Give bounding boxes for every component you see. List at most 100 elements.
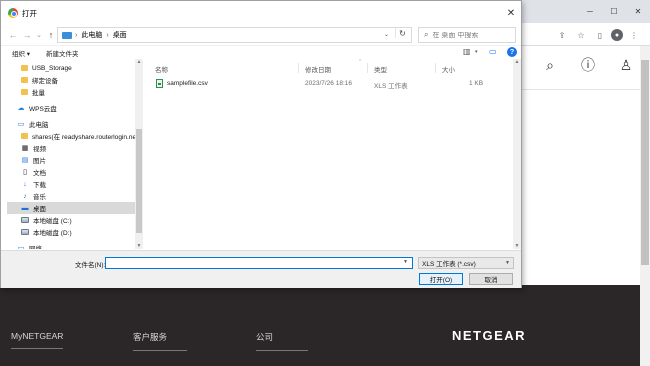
filename-label: 文件名(N):: [75, 262, 106, 269]
breadcrumb-desktop[interactable]: 桌面: [113, 30, 127, 40]
nav-pane-scrollbar[interactable]: ▲ ▼: [135, 59, 143, 249]
sidebar-icon[interactable]: ▯: [592, 27, 608, 43]
scroll-down-icon[interactable]: ▼: [513, 243, 521, 249]
nav-item-label: shares(在 readyshare.routerlogin.net: [32, 134, 135, 141]
maximize-icon[interactable]: ☐: [602, 0, 626, 23]
chevron-down-icon: ▼: [505, 260, 510, 266]
column-separator[interactable]: [298, 63, 299, 73]
share-icon[interactable]: ⇪: [554, 27, 570, 43]
nav-item-label: 批量: [32, 90, 45, 97]
address-bar[interactable]: › 此电脑 › 桌面 ⌄: [57, 27, 412, 43]
nav-item-label: 绑定设备: [32, 78, 58, 85]
music-icon: ♪: [23, 192, 27, 200]
minimize-icon[interactable]: ─: [578, 0, 602, 23]
file-list-scrollbar[interactable]: ▲ ▼: [513, 59, 521, 249]
new-folder-button[interactable]: 新建文件夹: [46, 48, 79, 58]
cancel-button[interactable]: 取消: [469, 273, 513, 285]
nav-item-network-share[interactable]: shares(在 readyshare.routerlogin.net: [7, 130, 135, 142]
nav-item-label: 本地磁盘 (C:): [33, 218, 72, 225]
desktop-icon: ▬: [21, 204, 29, 212]
preview-pane-icon[interactable]: ▭: [489, 47, 497, 56]
nav-item-network[interactable]: ▭ 网络: [7, 242, 135, 249]
nav-item-wps-cloud[interactable]: ☁ WPS云盘: [7, 102, 135, 114]
back-arrow-icon[interactable]: ←: [7, 29, 19, 41]
breadcrumb-this-pc[interactable]: 此电脑: [81, 30, 102, 40]
nav-item-pictures[interactable]: ▤ 图片: [7, 154, 135, 166]
column-separator[interactable]: [435, 63, 436, 73]
nav-item-usb-storage[interactable]: USB_Storage: [7, 62, 135, 74]
search-icon[interactable]: ⌕: [542, 56, 558, 74]
refresh-icon[interactable]: ↻: [395, 28, 409, 38]
this-pc-icon: [62, 31, 72, 39]
file-size: 1 KB: [469, 80, 484, 87]
dialog-titlebar: 打开 ✕: [1, 1, 521, 25]
up-arrow-icon[interactable]: ↑: [45, 29, 57, 41]
breadcrumb-separator-icon: ›: [106, 31, 109, 39]
forward-arrow-icon[interactable]: →: [21, 29, 33, 41]
nav-item-local-disk-d[interactable]: 本地磁盘 (D:): [7, 226, 135, 238]
column-header-name[interactable]: 名称: [155, 64, 168, 74]
file-row[interactable]: samplefile.csv 2023/7/26 18:16 XLS 工作表 1…: [153, 78, 493, 90]
nav-item-label: WPS云盘: [29, 106, 57, 113]
computer-icon: ▭: [17, 121, 25, 128]
help-icon[interactable]: ⓘ: [580, 56, 596, 74]
view-dropdown-icon[interactable]: ▾: [475, 49, 478, 55]
recent-dropdown-icon[interactable]: ⌄: [33, 29, 45, 41]
filename-dropdown-icon[interactable]: ▼: [403, 259, 408, 265]
nav-item-documents[interactable]: ▯ 文档: [7, 166, 135, 178]
help-icon[interactable]: ?: [507, 47, 517, 57]
scroll-up-icon[interactable]: ▲: [513, 59, 521, 65]
folder-icon: [21, 77, 28, 83]
nav-item-music[interactable]: ♪ 音乐: [7, 190, 135, 202]
footer-link-company[interactable]: 公司: [256, 331, 308, 351]
nav-item-bound-devices[interactable]: 绑定设备: [7, 74, 135, 86]
browser-tools: ⇪ ☆ ▯ ● ⋮: [554, 27, 642, 43]
command-bar: 组织 ▾ 新建文件夹 ▥ ▾ ▭ ?: [1, 45, 521, 59]
nav-item-videos[interactable]: ▦ 视频: [7, 142, 135, 154]
bookmark-star-icon[interactable]: ☆: [573, 27, 589, 43]
nav-item-label: 本地磁盘 (D:): [33, 230, 72, 237]
column-separator[interactable]: [367, 63, 368, 73]
user-icon[interactable]: ♙: [618, 56, 634, 74]
scroll-up-icon[interactable]: ▲: [135, 59, 143, 65]
nav-item-this-pc[interactable]: ▭ 此电脑: [7, 118, 135, 130]
organize-button[interactable]: 组织 ▾: [12, 48, 30, 58]
folder-icon: [21, 89, 28, 95]
search-box[interactable]: ⌕: [418, 27, 516, 43]
close-icon[interactable]: ✕: [626, 0, 650, 23]
scroll-down-icon[interactable]: ▼: [135, 243, 143, 249]
view-options-icon[interactable]: ▥: [463, 47, 471, 56]
footer-link-support[interactable]: 客户服务: [133, 331, 187, 351]
filename-input[interactable]: [105, 257, 413, 269]
nav-item-batch[interactable]: 批量: [7, 86, 135, 98]
address-dropdown-icon[interactable]: ⌄: [384, 31, 389, 38]
column-header-modified[interactable]: 修改日期: [305, 64, 331, 74]
open-button[interactable]: 打开(O): [419, 273, 463, 285]
page-scrollbar[interactable]: [640, 46, 650, 366]
search-input[interactable]: [432, 31, 513, 39]
nav-item-desktop[interactable]: ▬ 桌面: [7, 202, 135, 214]
file-type-select[interactable]: XLS 工作表 (*.csv) ▼: [418, 257, 514, 269]
nav-item-label: USB_Storage: [32, 64, 72, 72]
folder-icon: [21, 65, 28, 71]
column-header-size[interactable]: 大小: [442, 64, 455, 74]
profile-avatar-icon[interactable]: ●: [611, 29, 623, 41]
open-file-dialog: 打开 ✕ ← → ⌄ ↑ › 此电脑 › 桌面 ⌄ ↻ ⌕ 组织 ▾ 新建文件夹…: [0, 0, 522, 288]
nav-item-label: 文档: [33, 170, 46, 177]
dialog-footer: 文件名(N): ▼ XLS 工作表 (*.csv) ▼ 打开(O) 取消: [1, 250, 521, 288]
nav-pane-scrollbar-thumb[interactable]: [136, 129, 142, 233]
nav-item-downloads[interactable]: ↓ 下载: [7, 178, 135, 190]
download-icon: ↓: [23, 180, 27, 188]
more-menu-icon[interactable]: ⋮: [626, 27, 642, 43]
network-folder-icon: [21, 133, 28, 139]
file-type-value: XLS 工作表 (*.csv): [422, 261, 476, 268]
drive-icon: [21, 217, 29, 223]
footer-link-mynetgear[interactable]: MyNETGEAR: [11, 331, 63, 349]
dialog-close-icon[interactable]: ✕: [504, 6, 518, 20]
breadcrumb-separator-icon: ›: [75, 31, 78, 39]
nav-item-local-disk-c[interactable]: 本地磁盘 (C:): [7, 214, 135, 226]
page-scrollbar-thumb[interactable]: [641, 60, 649, 265]
column-header-type[interactable]: 类型: [374, 64, 387, 74]
picture-icon: ▤: [21, 157, 29, 164]
nav-item-label: 音乐: [33, 194, 46, 201]
